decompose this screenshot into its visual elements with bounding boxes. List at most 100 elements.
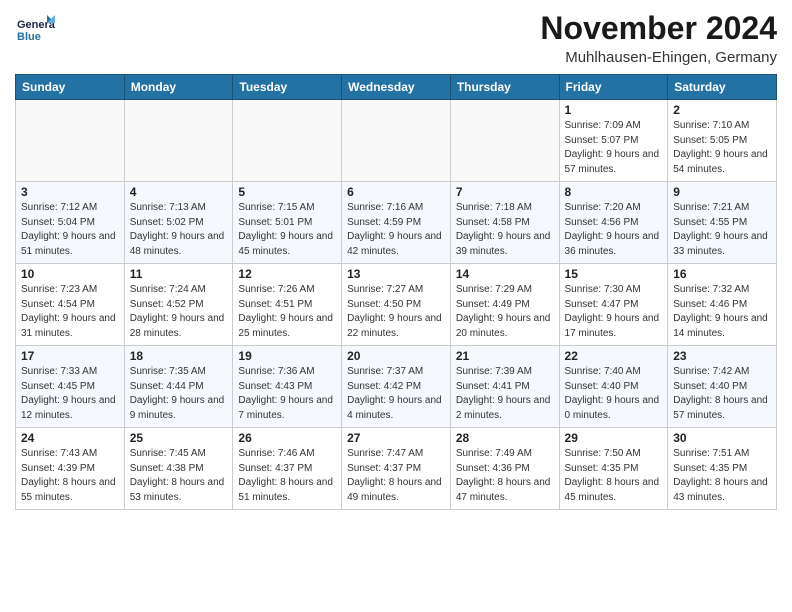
logo-icon: General Blue — [15, 10, 55, 50]
day-info: Sunrise: 7:12 AMSunset: 5:04 PMDaylight:… — [21, 201, 119, 259]
table-row: 21 Sunrise: 7:39 AMSunset: 4:41 PMDayligh… — [450, 346, 559, 428]
table-row: 8Sunrise: 7:20 AMSunset: 4:56 PMDaylight… — [559, 182, 668, 264]
table-row — [124, 100, 233, 182]
day-number: 29 — [565, 431, 663, 445]
table-row: 24 Sunrise: 7:43 AMSunset: 4:39 PMDayligh… — [16, 428, 125, 510]
day-info: Sunrise: 7:45 AMSunset: 4:38 PMDaylight:… — [130, 447, 228, 505]
table-row: 4Sunrise: 7:13 AMSunset: 5:02 PMDaylight… — [124, 182, 233, 264]
day-number: 27 — [347, 431, 445, 445]
day-info: Sunrise: 7:26 AMSunset: 4:51 PMDaylight:… — [238, 283, 336, 341]
day-info: Sunrise: 7:16 AMSunset: 4:59 PMDaylight:… — [347, 201, 445, 259]
table-row: 12 Sunrise: 7:26 AMSunset: 4:51 PMDayligh… — [233, 264, 342, 346]
day-info: Sunrise: 7:24 AMSunset: 4:52 PMDaylight:… — [130, 283, 228, 341]
day-number: 21 — [456, 349, 554, 363]
table-row: 30 Sunrise: 7:51 AMSunset: 4:35 PMDayligh… — [668, 428, 777, 510]
day-number: 10 — [21, 267, 119, 281]
day-info: Sunrise: 7:46 AMSunset: 4:37 PMDaylight:… — [238, 447, 336, 505]
day-info: Sunrise: 7:42 AMSunset: 4:40 PMDaylight:… — [673, 365, 771, 423]
day-number: 9 — [673, 185, 771, 199]
table-row: 1Sunrise: 7:09 AMSunset: 5:07 PMDaylight… — [559, 100, 668, 182]
table-row: 2 Sunrise: 7:10 AMSunset: 5:05 PMDaylight… — [668, 100, 777, 182]
day-info: Sunrise: 7:36 AMSunset: 4:43 PMDaylight:… — [238, 365, 336, 423]
title-section: November 2024 Muhlhausen-Ehingen, German… — [540, 10, 777, 66]
table-row — [16, 100, 125, 182]
calendar-week-row: 10 Sunrise: 7:23 AMSunset: 4:54 PMDayligh… — [16, 264, 777, 346]
col-friday: Friday — [559, 75, 668, 100]
col-wednesday: Wednesday — [342, 75, 451, 100]
day-number: 18 — [130, 349, 228, 363]
month-title: November 2024 — [540, 10, 777, 47]
calendar-week-row: 1Sunrise: 7:09 AMSunset: 5:07 PMDaylight… — [16, 100, 777, 182]
calendar-week-row: 24 Sunrise: 7:43 AMSunset: 4:39 PMDayligh… — [16, 428, 777, 510]
table-row — [342, 100, 451, 182]
svg-text:Blue: Blue — [17, 31, 41, 43]
table-row: 3 Sunrise: 7:12 AMSunset: 5:04 PMDaylight… — [16, 182, 125, 264]
table-row: 28 Sunrise: 7:49 AMSunset: 4:36 PMDayligh… — [450, 428, 559, 510]
day-number: 11 — [130, 267, 228, 281]
table-row: 18 Sunrise: 7:35 AMSunset: 4:44 PMDayligh… — [124, 346, 233, 428]
day-number: 20 — [347, 349, 445, 363]
table-row — [450, 100, 559, 182]
header: General Blue November 2024 Muhlhausen-Eh… — [15, 10, 777, 66]
calendar-header-row: Sunday Monday Tuesday Wednesday Thursday… — [16, 75, 777, 100]
day-info: Sunrise: 7:50 AMSunset: 4:35 PMDaylight:… — [565, 447, 663, 505]
day-info: Sunrise: 7:49 AMSunset: 4:36 PMDaylight:… — [456, 447, 554, 505]
day-info: Sunrise: 7:30 AMSunset: 4:47 PMDaylight:… — [565, 283, 663, 341]
day-number: 14 — [456, 267, 554, 281]
col-thursday: Thursday — [450, 75, 559, 100]
table-row: 14 Sunrise: 7:29 AMSunset: 4:49 PMDayligh… — [450, 264, 559, 346]
day-info: Sunrise: 7:43 AMSunset: 4:39 PMDaylight:… — [21, 447, 119, 505]
day-number: 16 — [673, 267, 771, 281]
table-row: 13Sunrise: 7:27 AMSunset: 4:50 PMDayligh… — [342, 264, 451, 346]
table-row: 7 Sunrise: 7:18 AMSunset: 4:58 PMDaylight… — [450, 182, 559, 264]
day-info: Sunrise: 7:37 AMSunset: 4:42 PMDaylight:… — [347, 365, 445, 423]
location: Muhlhausen-Ehingen, Germany — [540, 49, 777, 66]
day-number: 23 — [673, 349, 771, 363]
day-number: 28 — [456, 431, 554, 445]
day-info: Sunrise: 7:35 AMSunset: 4:44 PMDaylight:… — [130, 365, 228, 423]
table-row: 19 Sunrise: 7:36 AMSunset: 4:43 PMDayligh… — [233, 346, 342, 428]
table-row: 6 Sunrise: 7:16 AMSunset: 4:59 PMDaylight… — [342, 182, 451, 264]
day-info: Sunrise: 7:47 AMSunset: 4:37 PMDaylight:… — [347, 447, 445, 505]
day-number: 22 — [565, 349, 663, 363]
day-info: Sunrise: 7:10 AMSunset: 5:05 PMDaylight:… — [673, 119, 771, 177]
day-number: 17 — [21, 349, 119, 363]
table-row: 27 Sunrise: 7:47 AMSunset: 4:37 PMDayligh… — [342, 428, 451, 510]
day-info: Sunrise: 7:51 AMSunset: 4:35 PMDaylight:… — [673, 447, 771, 505]
table-row: 26 Sunrise: 7:46 AMSunset: 4:37 PMDayligh… — [233, 428, 342, 510]
table-row — [233, 100, 342, 182]
day-number: 4 — [130, 185, 228, 199]
day-number: 24 — [21, 431, 119, 445]
table-row: 5Sunrise: 7:15 AMSunset: 5:01 PMDaylight… — [233, 182, 342, 264]
col-sunday: Sunday — [16, 75, 125, 100]
day-info: Sunrise: 7:15 AMSunset: 5:01 PMDaylight:… — [238, 201, 336, 259]
table-row: 16 Sunrise: 7:32 AMSunset: 4:46 PMDayligh… — [668, 264, 777, 346]
day-info: Sunrise: 7:09 AMSunset: 5:07 PMDaylight:… — [565, 119, 663, 177]
table-row: 20 Sunrise: 7:37 AMSunset: 4:42 PMDayligh… — [342, 346, 451, 428]
day-number: 7 — [456, 185, 554, 199]
day-number: 3 — [21, 185, 119, 199]
day-number: 12 — [238, 267, 336, 281]
day-number: 26 — [238, 431, 336, 445]
day-number: 25 — [130, 431, 228, 445]
day-info: Sunrise: 7:27 AMSunset: 4:50 PMDaylight:… — [347, 283, 445, 341]
day-info: Sunrise: 7:23 AMSunset: 4:54 PMDaylight:… — [21, 283, 119, 341]
table-row: 17Sunrise: 7:33 AMSunset: 4:45 PMDayligh… — [16, 346, 125, 428]
day-info: Sunrise: 7:18 AMSunset: 4:58 PMDaylight:… — [456, 201, 554, 259]
day-number: 2 — [673, 103, 771, 117]
table-row: 22Sunrise: 7:40 AMSunset: 4:40 PMDayligh… — [559, 346, 668, 428]
day-info: Sunrise: 7:39 AMSunset: 4:41 PMDaylight:… — [456, 365, 554, 423]
table-row: 11 Sunrise: 7:24 AMSunset: 4:52 PMDayligh… — [124, 264, 233, 346]
day-number: 8 — [565, 185, 663, 199]
logo: General Blue — [15, 10, 55, 50]
day-info: Sunrise: 7:29 AMSunset: 4:49 PMDaylight:… — [456, 283, 554, 341]
day-number: 30 — [673, 431, 771, 445]
day-info: Sunrise: 7:21 AMSunset: 4:55 PMDaylight:… — [673, 201, 771, 259]
day-number: 19 — [238, 349, 336, 363]
day-number: 6 — [347, 185, 445, 199]
day-number: 15 — [565, 267, 663, 281]
table-row: 10 Sunrise: 7:23 AMSunset: 4:54 PMDayligh… — [16, 264, 125, 346]
day-info: Sunrise: 7:32 AMSunset: 4:46 PMDaylight:… — [673, 283, 771, 341]
calendar-week-row: 3 Sunrise: 7:12 AMSunset: 5:04 PMDaylight… — [16, 182, 777, 264]
col-tuesday: Tuesday — [233, 75, 342, 100]
